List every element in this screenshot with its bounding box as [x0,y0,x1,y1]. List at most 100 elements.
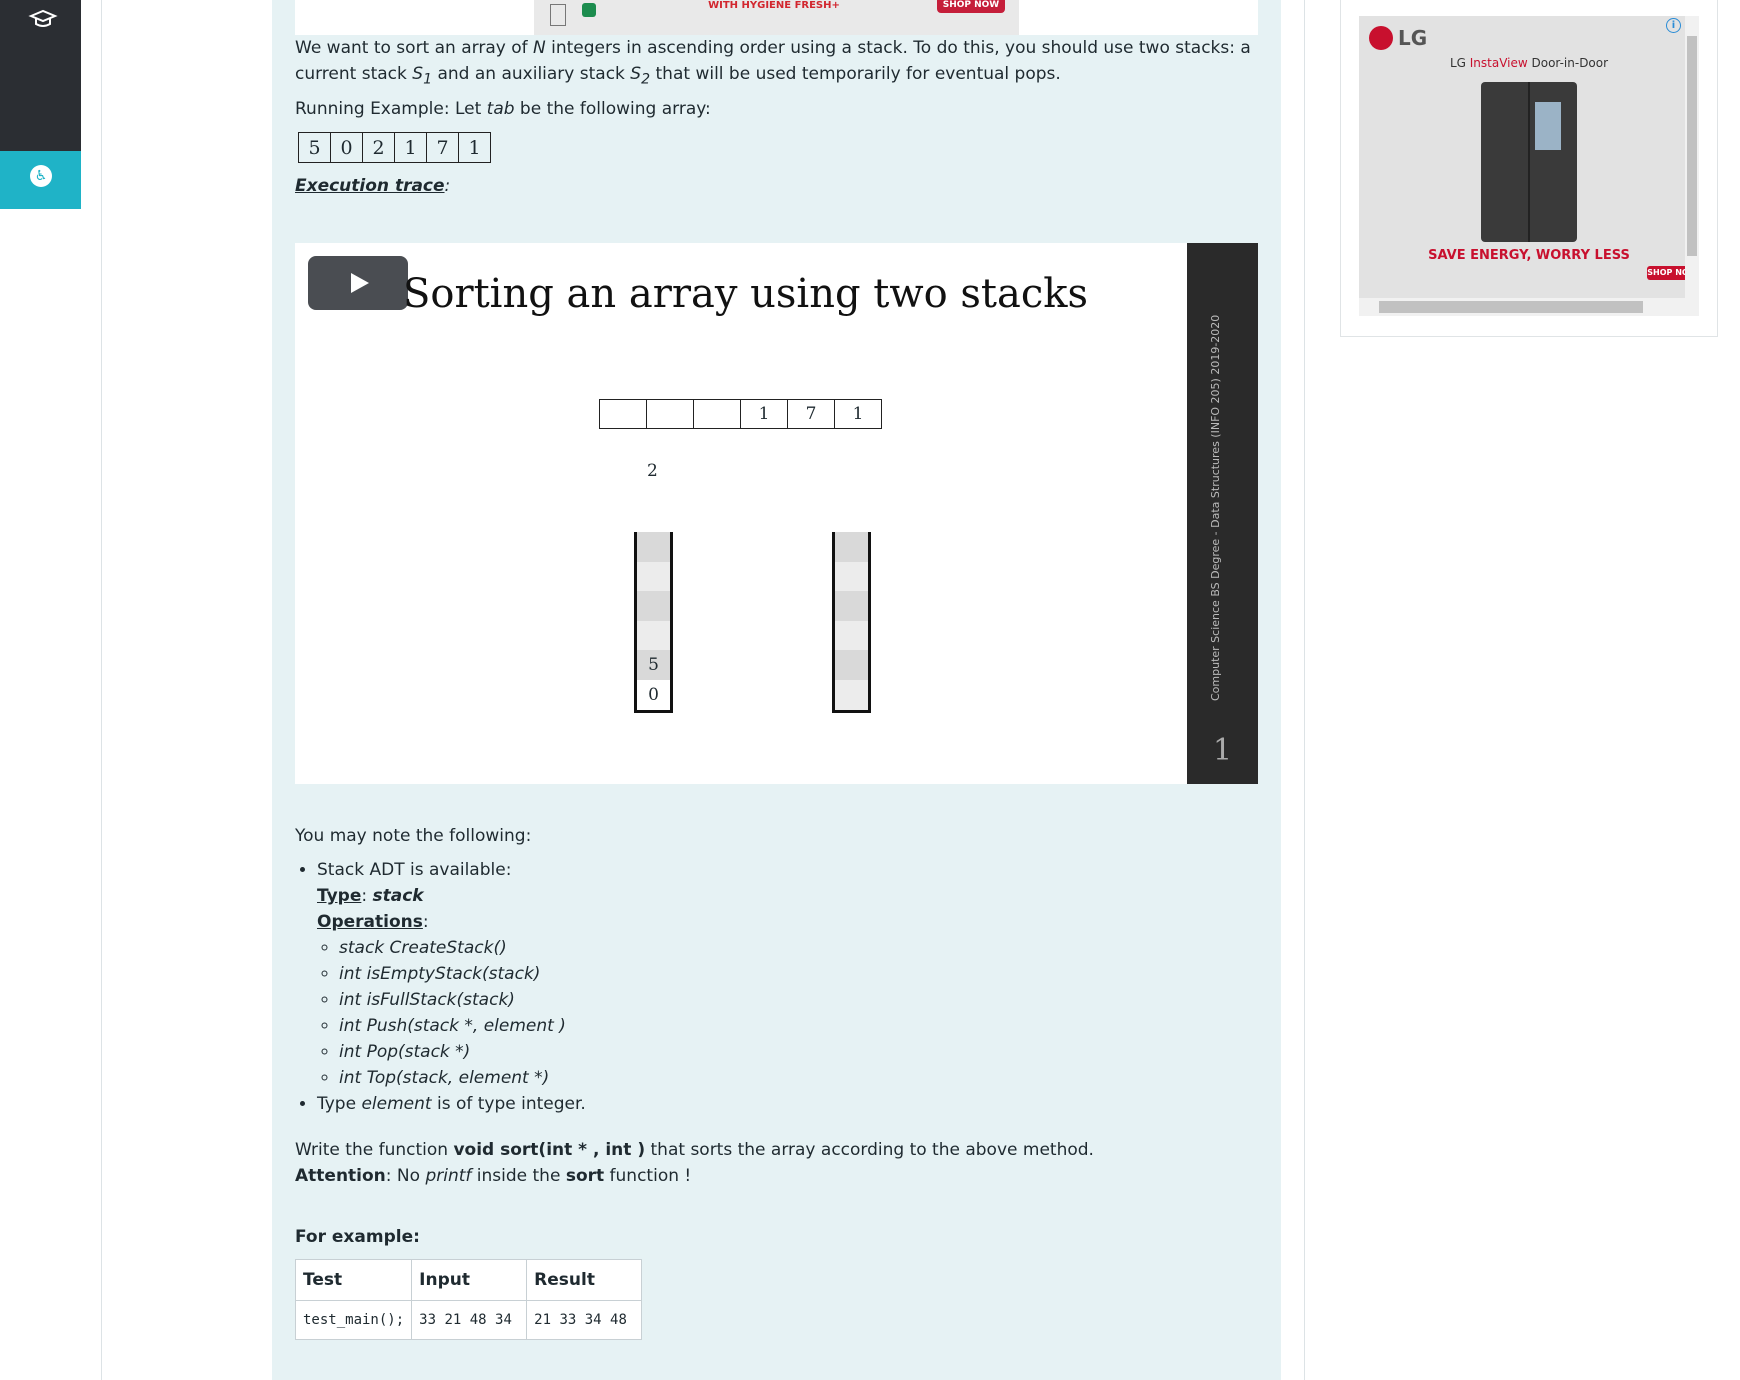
slide-array-cell: 1 [740,399,788,429]
text: that sorts the array according to the ab… [645,1140,1094,1160]
table-row: test_main(); 33 21 48 34 21 33 34 48 [294,1300,643,1340]
table-cell: 21 33 34 48 [526,1300,643,1340]
stack-cell [835,650,868,680]
text: be the following array: [514,99,711,119]
function-signature: void sort(int * , int ) [453,1140,646,1160]
var-element: element [361,1094,432,1114]
fridge-door-split [1528,82,1530,242]
table-cell: 33 21 48 34 [411,1300,528,1340]
var-s1: S [412,64,424,84]
task-text: Write the function void sort(int * , int… [295,1137,1094,1163]
stack-cell [637,591,670,621]
operations-list: stack CreateStack() int isEmptyStack(sta… [317,935,586,1091]
stack-cell [835,532,868,562]
operation-item: int isFullStack(stack) [339,987,586,1013]
var-n: N [533,38,546,58]
slide-number: 1 [1212,733,1233,768]
array-cell: 1 [458,132,491,163]
scroll-thumb[interactable] [1379,301,1643,313]
play-icon [351,273,369,293]
ad-product: LG InstaView Door-in-Door [1359,56,1699,70]
intro-text: that will be used temporarily for eventu… [650,64,1061,84]
slide-array-cell [646,399,694,429]
operation-item: stack CreateStack() [339,935,586,961]
type-value: stack [372,886,424,906]
type-label: Type [317,886,362,906]
stack-cell [835,620,868,651]
left-nav-bar [0,0,81,151]
for-example-label: For example: [295,1227,420,1247]
scroll-thumb[interactable] [1687,36,1697,256]
ad-badge-icon [550,4,566,26]
intro-text: We want to sort an array of [295,38,533,58]
right-divider [1304,0,1305,1380]
slide-array-cell: 1 [834,399,882,429]
ad-shop-now-button[interactable]: SHOP NOW [937,0,1005,13]
ad-info-icon[interactable]: i [1666,18,1681,33]
slide-array-cell: 7 [787,399,835,429]
fridge-window [1535,102,1561,150]
text: is of type integer. [431,1094,586,1114]
table-cell: test_main(); [294,1300,413,1340]
side-ad[interactable]: LG i LG InstaView Door-in-Door SAVE ENER… [1359,16,1699,316]
operation-item: int Pop(stack *) [339,1039,586,1065]
accessibility-icon: ♿ [30,165,52,187]
example-array: 5 0 2 1 7 1 [298,132,491,163]
text: Running Example: Let [295,99,487,119]
list-item: Type element is of type integer. [317,1091,586,1117]
array-cell: 1 [394,132,427,163]
stack-s2 [832,532,871,713]
text: Write the function [295,1140,454,1160]
array-cell: 5 [298,132,331,163]
sort-word: sort [565,1166,605,1186]
operation-item: int isEmptyStack(stack) [339,961,586,987]
operation-item: int Push(stack *, element ) [339,1013,586,1039]
ad-tagline: SAVE ENERGY, WORRY LESS [1428,248,1630,263]
attention-text: Attention: No printf inside the sort fun… [295,1163,691,1189]
stack-cell [637,561,670,592]
slide-side-stripe: Computer Science BS Degree - Data Struct… [1187,243,1258,784]
stack-cell [637,620,670,651]
stack-cell [637,532,670,562]
array-cell: 2 [362,132,395,163]
text: : No [385,1166,426,1186]
text: Stack ADT is available: [317,860,512,880]
operations-label: Operations [317,912,423,932]
example-table: Test Input Result test_main(); 33 21 48 … [294,1259,643,1340]
top-ad-banner[interactable]: WITH HYGIENE FRESH+ SHOP NOW [534,0,1019,35]
colon: : [422,912,429,932]
ad-shop-button[interactable]: SHOP NO [1647,266,1689,280]
side-ad-container: LG i LG InstaView Door-in-Door SAVE ENER… [1340,0,1718,337]
ad-horizontal-scrollbar[interactable] [1359,298,1685,316]
attention-label: Attention [295,1166,386,1186]
text: LG [1449,56,1470,70]
play-button[interactable] [308,256,408,310]
slide-array-cell [693,399,741,429]
printf-word: printf [425,1166,472,1186]
var-s2: S [630,64,642,84]
lg-logo-icon [1369,26,1393,50]
accessibility-button[interactable]: ♿ [0,151,81,209]
ad-vertical-scrollbar[interactable] [1685,16,1699,316]
stack-cell [835,561,868,592]
course-caption: Computer Science BS Degree - Data Struct… [1209,314,1222,701]
colon: : [361,886,373,906]
ad-leaf-icon [582,3,596,17]
notes-list: Stack ADT is available: Type: stack Oper… [295,857,586,1117]
trace-link: Execution trace [295,176,445,196]
stack-cell: 5 [637,650,670,680]
column-header: Test [294,1259,413,1301]
list-item: Stack ADT is available: Type: stack Oper… [317,857,586,1091]
stack-cell [835,679,868,710]
text: inside the [471,1166,566,1186]
intro-text: and an auxiliary stack [432,64,631,84]
left-divider [101,0,102,1380]
moving-value: 2 [647,461,658,481]
running-example-text: Running Example: Let tab be the followin… [295,96,711,122]
graduation-cap-icon[interactable] [28,8,58,32]
slide-array-cell [599,399,647,429]
var-tab: tab [486,99,515,119]
var-s2-sub: 2 [641,71,651,88]
array-cell: 7 [426,132,459,163]
video-player[interactable]: Sorting an array using two stacks 1 7 1 … [295,243,1258,784]
